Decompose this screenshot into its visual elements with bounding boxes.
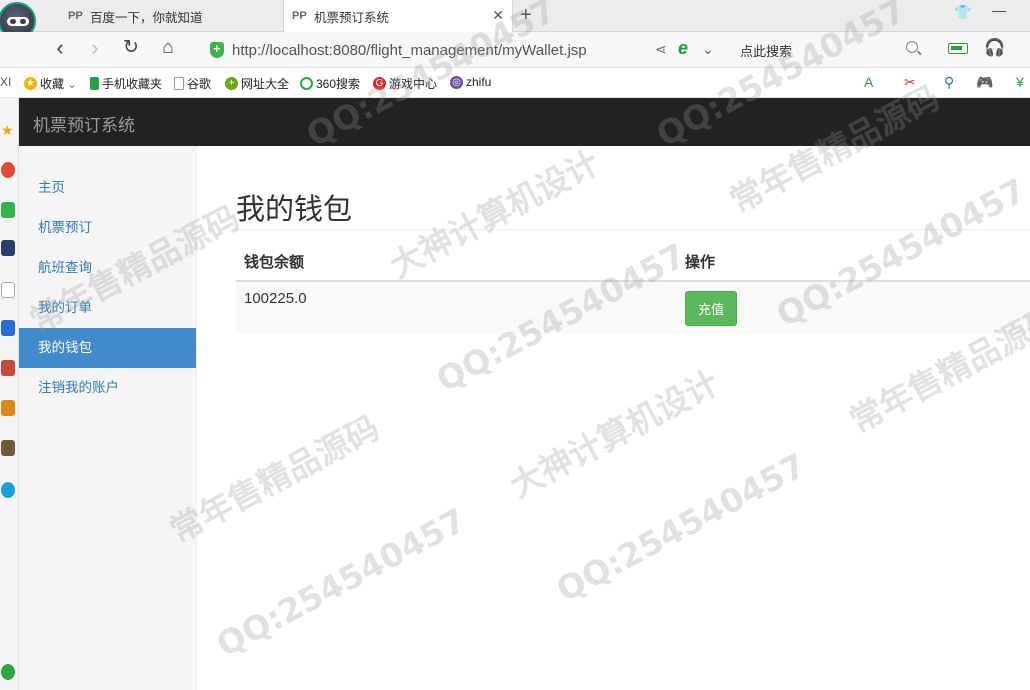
bookmark-label: 360搜索 — [316, 77, 361, 91]
bookmark-label: 手机收藏夹 — [102, 77, 163, 91]
game-icon[interactable] — [1, 440, 15, 456]
url-text[interactable]: http://localhost:8080/flight_management/… — [232, 42, 587, 59]
close-tab-icon[interactable]: ✕ — [492, 8, 504, 22]
browser-side-strip: ★ — [0, 98, 19, 690]
globe-icon: + — [225, 77, 238, 90]
url-bar[interactable]: http://localhost:8080/flight_management/… — [210, 36, 730, 64]
sidebar-item-home[interactable]: 主页 — [19, 168, 196, 208]
shirt-skin-icon[interactable]: 👕 — [954, 4, 971, 21]
app-icon[interactable] — [1, 482, 15, 498]
page-title: 我的钱包 — [236, 194, 353, 226]
sidebar-item-my-wallet[interactable]: 我的钱包 — [19, 328, 196, 368]
bookmark-zhifu[interactable]: ◎ zhifu — [450, 75, 491, 89]
url-path: :8080/flight_management/myWallet.jsp — [328, 41, 587, 59]
translate-icon[interactable]: A — [864, 74, 873, 90]
wallet-balance-value: 100225.0 — [236, 281, 677, 334]
app-navbar: 机票预订系统 — [19, 98, 1030, 146]
scissors-icon[interactable]: ✂ — [904, 74, 916, 91]
game-icon[interactable] — [1, 360, 15, 376]
tab-favicon-icon: PP — [292, 10, 307, 22]
column-header-action: 操作 — [677, 242, 1030, 282]
magnifier-icon[interactable]: ⚲ — [944, 74, 954, 91]
headset-icon[interactable]: 🎧 — [984, 38, 1005, 58]
table-header-row: 钱包余额 操作 — [236, 242, 1030, 282]
minimize-icon[interactable]: — — [992, 2, 1006, 18]
main-content: 我的钱包 钱包余额 操作 100225.0 充值 — [197, 146, 1030, 690]
star-icon[interactable]: ★ — [1, 122, 15, 138]
chat-icon[interactable] — [1, 202, 15, 218]
weibo-icon[interactable] — [1, 162, 15, 178]
forward-icon[interactable]: › — [83, 37, 107, 61]
bookmarks-bar: XI ★ 收藏 ⌄ 手机收藏夹 谷歌 + 网址大全 360搜索 G 游戏中心 ◎ zhif… — [0, 68, 1030, 98]
page-icon — [174, 77, 184, 90]
bookmark-cut[interactable]: XI — [0, 75, 11, 89]
secure-shield-icon — [210, 41, 224, 58]
battery-icon[interactable] — [948, 43, 968, 54]
back-icon[interactable]: ‹ — [48, 37, 72, 61]
sidebar-item-delete-account[interactable]: 注销我的账户 — [19, 368, 196, 408]
app-icon[interactable] — [1, 320, 15, 336]
globe-icon: ◎ — [450, 75, 463, 89]
refresh-icon[interactable]: ↻ — [119, 37, 143, 61]
brand-title[interactable]: 机票预订系统 — [33, 111, 135, 136]
tab-title: 机票预订系统 — [314, 10, 390, 25]
sidebar-item-flight-query[interactable]: 航班查询 — [19, 248, 196, 288]
news-icon[interactable] — [1, 240, 15, 256]
tab-title: 百度一下，你就知道 — [90, 10, 203, 25]
sidebar-item-book-ticket[interactable]: 机票预订 — [19, 208, 196, 248]
column-header-balance: 钱包余额 — [236, 242, 677, 282]
add-icon[interactable] — [1, 664, 15, 680]
share-icon[interactable]: ⋖ — [655, 41, 667, 58]
bookmark-mobile[interactable]: 手机收藏夹 — [90, 75, 162, 92]
tab-favicon-icon: PP — [68, 10, 83, 22]
divider — [236, 229, 1030, 230]
search-icon[interactable] — [906, 41, 918, 53]
bookmark-label: zhifu — [466, 75, 492, 89]
app-sidebar: 主页 机票预订 航班查询 我的订单 我的钱包 注销我的账户 — [19, 146, 197, 690]
tab-baidu[interactable]: PP 百度一下，你就知道 — [60, 0, 280, 32]
bookmark-sites[interactable]: + 网址大全 — [225, 75, 289, 92]
phone-icon — [90, 77, 99, 90]
action-cell: 充值 — [677, 281, 1030, 334]
url-host: http://localhost — [232, 41, 329, 59]
table-row: 100225.0 充值 — [236, 281, 1030, 334]
bookmark-label: 收藏 — [40, 77, 65, 91]
game-icon: G — [373, 77, 386, 90]
home-icon[interactable]: ⌂ — [156, 37, 180, 61]
tab-flight-system[interactable]: PP 机票预订系统 ✕ — [283, 0, 513, 32]
ie-engine-icon[interactable]: e — [678, 38, 688, 59]
search-input[interactable]: 点此搜索 — [740, 41, 792, 60]
sidebar-item-my-orders[interactable]: 我的订单 — [19, 288, 196, 328]
document-icon[interactable] — [1, 282, 15, 298]
game-icon[interactable] — [1, 400, 15, 416]
address-toolbar: ‹ › ↻ ⌂ http://localhost:8080/flight_man… — [0, 32, 1030, 68]
wallet-table: 钱包余额 操作 100225.0 充值 — [236, 242, 1030, 334]
bookmark-360-search[interactable]: 360搜索 — [300, 75, 360, 92]
chevron-down-icon[interactable]: ⌄ — [702, 41, 714, 58]
recharge-button[interactable]: 充值 — [685, 291, 738, 326]
bookmark-label: 网址大全 — [241, 77, 290, 91]
bookmark-google[interactable]: 谷歌 — [174, 75, 211, 92]
bookmark-label: 游戏中心 — [389, 77, 438, 91]
bookmark-games[interactable]: G 游戏中心 — [373, 75, 437, 92]
star-icon: ★ — [24, 77, 37, 90]
gamepad-icon[interactable]: 🎮 — [976, 74, 993, 91]
browser-tab-bar: PP 百度一下，你就知道 PP 机票预订系统 ✕ + 👕 — — [0, 0, 1030, 40]
360-search-icon — [300, 77, 313, 90]
bookmark-label: 谷歌 — [187, 77, 212, 91]
yen-icon[interactable]: ¥ — [1016, 74, 1024, 90]
bookmark-favorites[interactable]: ★ 收藏 ⌄ — [24, 75, 77, 92]
new-tab-icon[interactable]: + — [520, 4, 532, 26]
